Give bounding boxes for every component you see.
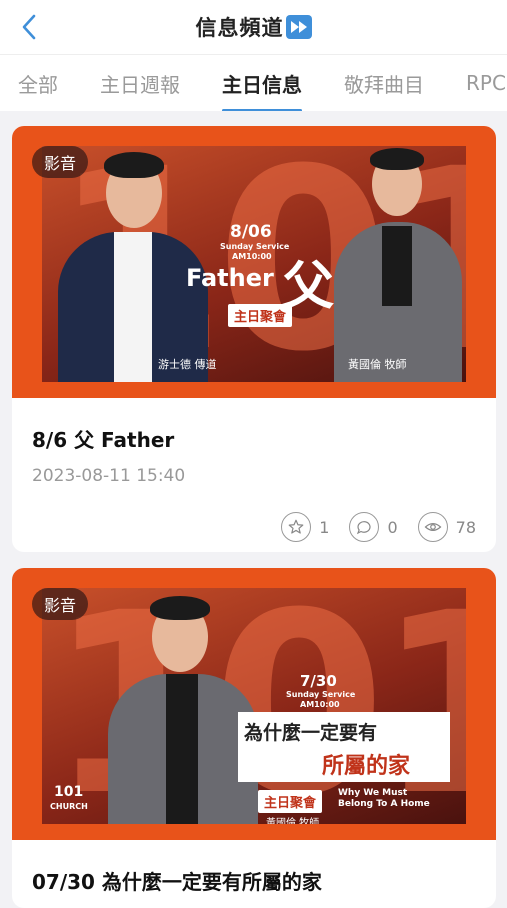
speaker-right-hair: [370, 148, 424, 170]
card-banner-image[interactable]: 101 101 CHURCH 7/30 Sunday Service AM10:…: [12, 568, 496, 840]
card-banner-image[interactable]: 101 8/06 Sunday Service AM10:00 Father 父…: [12, 126, 496, 398]
tab-rpc[interactable]: RPC: [466, 71, 506, 95]
banner-time: AM10:00: [232, 252, 272, 261]
banner-speaker: 黃國倫 牧師: [266, 818, 320, 824]
page-title-group: 信息頻道: [196, 12, 312, 42]
star-icon[interactable]: [281, 512, 312, 542]
speaker-left-hair: [104, 152, 164, 178]
banner-speaker-2: 黃國倫 牧師: [348, 358, 407, 371]
tab-all[interactable]: 全部: [18, 69, 58, 98]
media-type-badge: 影音: [32, 588, 89, 620]
tab-sunday-bulletin[interactable]: 主日週報: [100, 69, 180, 98]
view-count: 78: [455, 517, 476, 537]
banner-english-1: Why We Must: [338, 788, 408, 798]
shirt-left: [114, 232, 152, 382]
fast-forward-icon: [285, 15, 312, 39]
chevron-left-icon: [22, 14, 36, 40]
banner-artwork: 101 8/06 Sunday Service AM10:00 Father 父…: [42, 146, 466, 382]
banner-date: 7/30: [300, 672, 337, 690]
banner-headline-2: 所屬的家: [322, 754, 411, 779]
header-bar: 信息頻道: [0, 0, 507, 54]
banner-time: AM10:00: [300, 700, 340, 709]
message-card[interactable]: 101 8/06 Sunday Service AM10:00 Father 父…: [12, 126, 496, 552]
page-title: 信息頻道: [195, 16, 284, 40]
banner-speaker-1: 游士德 傳道: [158, 358, 217, 371]
banner-english-2: Belong To A Home: [338, 799, 430, 809]
banner-meeting-label: 主日聚會: [228, 304, 293, 327]
shirt: [166, 674, 198, 824]
banner-headline-1: 為什麼一定要有: [244, 722, 378, 744]
banner-english-title: Father: [186, 264, 274, 292]
banner-meeting-label: 主日聚會: [258, 790, 323, 813]
eye-icon: [417, 512, 448, 542]
church-logo-sub: CHURCH: [50, 802, 88, 811]
tab-sunday-message[interactable]: 主日信息: [222, 69, 302, 111]
church-logo: 101: [54, 784, 84, 800]
back-button[interactable]: [14, 12, 44, 42]
comment-count: 0: [387, 517, 398, 537]
card-title[interactable]: 07/30 為什麼一定要有所屬的家: [32, 866, 322, 895]
banner-date: 8/06: [230, 222, 272, 242]
comment-icon[interactable]: [349, 512, 380, 542]
banner-service: Sunday Service: [220, 242, 290, 251]
media-type-badge: 影音: [32, 146, 89, 178]
card-date: 2023-08-11 15:40: [32, 466, 186, 486]
speaker-hair: [150, 596, 210, 620]
banner-service: Sunday Service: [286, 690, 356, 699]
card-stats: 1 0 78: [281, 512, 476, 542]
category-tabs: 全部 主日週報 主日信息 敬拜曲目 RPC: [0, 54, 507, 111]
message-card[interactable]: 101 101 CHURCH 7/30 Sunday Service AM10:…: [12, 568, 496, 908]
like-count: 1: [319, 517, 330, 537]
tab-worship-songs[interactable]: 敬拜曲目: [344, 69, 424, 98]
shirt-right: [382, 226, 412, 306]
banner-artwork: 101 101 CHURCH 7/30 Sunday Service AM10:…: [42, 588, 466, 824]
card-title[interactable]: 8/6 父 Father: [32, 424, 174, 453]
